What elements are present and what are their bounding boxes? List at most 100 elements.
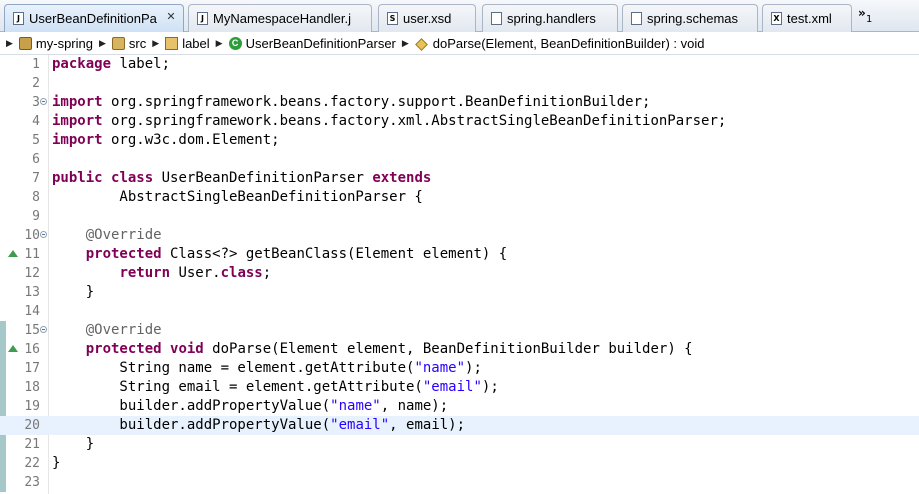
breadcrumb-class[interactable]: C UserBeanDefinitionParser <box>228 36 396 51</box>
keyword-token: protected <box>85 341 162 357</box>
code-token: AbstractSingleBeanDefinitionParser { <box>52 189 423 205</box>
code-line[interactable]: 11 protected Class<?> getBeanClass(Eleme… <box>0 245 919 264</box>
code-token: } <box>52 455 61 471</box>
tab-label: test.xml <box>787 11 832 26</box>
code-line[interactable]: 9 <box>0 207 919 226</box>
code-line[interactable]: 21 } <box>0 435 919 454</box>
code-token: String name = element.getAttribute( <box>52 360 415 376</box>
line-number: 22 <box>24 456 40 471</box>
code-editor[interactable]: 1 package label; 2 3 import org.springframew… <box>0 55 919 494</box>
keyword-token: protected <box>85 246 162 262</box>
code-text: import org.springframework.beans.factory… <box>52 93 650 112</box>
breadcrumb-project[interactable]: my-spring <box>18 36 93 51</box>
breadcrumb-arrow-icon[interactable]: ▶ <box>152 38 159 49</box>
code-line[interactable]: 15 @Override <box>0 321 919 340</box>
code-text: String name = element.getAttribute("name… <box>52 359 482 378</box>
override-indicator-icon[interactable] <box>8 250 18 257</box>
code-line[interactable]: 3 import org.springframework.beans.factor… <box>0 93 919 112</box>
breadcrumb-arrow-icon[interactable]: ▶ <box>6 38 13 49</box>
code-text: protected void doParse(Element element, … <box>52 340 693 359</box>
line-number: 9 <box>32 209 40 224</box>
code-token: , email); <box>389 417 466 433</box>
string-token: "name" <box>330 398 381 414</box>
breadcrumb-arrow-icon[interactable]: ▶ <box>216 38 223 49</box>
breadcrumb-method[interactable]: doParse(Element, BeanDefinitionBuilder) … <box>414 36 705 51</box>
code-line[interactable]: 19 builder.addPropertyValue("name", name… <box>0 397 919 416</box>
annotation-token: @Override <box>52 227 162 243</box>
code-token: ); <box>481 379 499 395</box>
code-token: org.springframework.beans.factory.xml.Ab… <box>102 113 727 129</box>
breadcrumb-label: my-spring <box>35 36 93 51</box>
code-line[interactable]: 10 @Override <box>0 226 919 245</box>
tab-my-namespace-handler[interactable]: J MyNamespaceHandler.j <box>188 4 372 32</box>
code-line[interactable]: 1 package label; <box>0 55 919 74</box>
code-line[interactable]: 23 <box>0 473 919 492</box>
code-token: builder.addPropertyValue( <box>52 398 331 414</box>
tab-label: UserBeanDefinitionPa <box>29 11 157 26</box>
code-line[interactable]: 13 } <box>0 283 919 302</box>
code-text: return User.class; <box>52 264 271 283</box>
code-line[interactable]: 20 builder.addPropertyValue("email", ema… <box>0 416 919 435</box>
string-token: "name" <box>414 360 466 376</box>
code-token: User. <box>170 265 221 281</box>
tab-overflow-chevron-icon[interactable]: » <box>858 6 866 20</box>
code-token: } <box>52 436 95 452</box>
code-line[interactable]: 6 <box>0 150 919 169</box>
tab-user-bean-definition-parser[interactable]: J UserBeanDefinitionPa ✕ <box>4 4 184 32</box>
code-line[interactable]: 4 import org.springframework.beans.factor… <box>0 112 919 131</box>
code-line[interactable]: 7 public class UserBeanDefinitionParser e… <box>0 169 919 188</box>
override-indicator-icon[interactable] <box>8 345 18 352</box>
keyword-token: import <box>52 132 103 148</box>
keyword-token: class <box>111 170 154 186</box>
code-token: doParse(Element element, BeanDefinitionB… <box>203 341 693 357</box>
keyword-token: class <box>220 265 263 281</box>
breadcrumb-label: label <box>182 36 210 51</box>
code-line[interactable]: 5 import org.w3c.dom.Element; <box>0 131 919 150</box>
keyword-token: void <box>170 341 204 357</box>
breadcrumb-label: doParse(Element, BeanDefinitionBuilder) … <box>432 36 705 51</box>
text-file-icon <box>631 12 642 25</box>
fold-collapse-icon[interactable] <box>40 326 47 333</box>
code-token: ); <box>465 360 482 376</box>
breadcrumb-arrow-icon[interactable]: ▶ <box>99 38 106 49</box>
fold-collapse-icon[interactable] <box>40 98 47 105</box>
line-number: 23 <box>24 475 40 490</box>
breadcrumb-label: UserBeanDefinitionParser <box>245 36 396 51</box>
fold-collapse-icon[interactable] <box>40 231 47 238</box>
code-text: String email = element.getAttribute("ema… <box>52 378 499 397</box>
keyword-token: return <box>119 265 171 281</box>
tab-spring-handlers[interactable]: spring.handlers <box>482 4 618 32</box>
tab-spring-schemas[interactable]: spring.schemas <box>622 4 758 32</box>
line-number: 4 <box>32 114 40 129</box>
code-line[interactable]: 8 AbstractSingleBeanDefinitionParser { <box>0 188 919 207</box>
code-line[interactable]: 2 <box>0 74 919 93</box>
keyword-token: import <box>52 94 103 110</box>
code-line[interactable]: 18 String email = element.getAttribute("… <box>0 378 919 397</box>
breadcrumb-source-folder[interactable]: src <box>111 36 147 51</box>
code-line[interactable]: 14 <box>0 302 919 321</box>
code-text: public class UserBeanDefinitionParser ex… <box>52 169 431 188</box>
source-folder-icon <box>111 37 125 50</box>
breadcrumb-arrow-icon[interactable]: ▶ <box>402 38 409 49</box>
tab-user-xsd[interactable]: S user.xsd <box>378 4 476 32</box>
tab-overflow-count[interactable]: 1 <box>866 14 872 25</box>
line-number: 2 <box>32 76 40 91</box>
code-text: builder.addPropertyValue("email", email)… <box>52 416 465 435</box>
line-number: 19 <box>24 399 40 414</box>
close-tab-icon[interactable]: ✕ <box>165 11 177 23</box>
breadcrumb-label: src <box>128 36 147 51</box>
tab-test-xml[interactable]: X test.xml <box>762 4 852 32</box>
method-icon <box>414 38 428 51</box>
line-number: 12 <box>24 266 40 281</box>
tab-label: spring.schemas <box>647 11 739 26</box>
code-line[interactable]: 22} <box>0 454 919 473</box>
code-token: String email = element.getAttribute( <box>52 379 423 395</box>
code-line[interactable]: 16 protected void doParse(Element elemen… <box>0 340 919 359</box>
breadcrumb-package[interactable]: label <box>165 36 210 51</box>
code-line[interactable]: 17 String name = element.getAttribute("n… <box>0 359 919 378</box>
code-line[interactable]: 12 return User.class; <box>0 264 919 283</box>
line-number: 16 <box>24 342 40 357</box>
